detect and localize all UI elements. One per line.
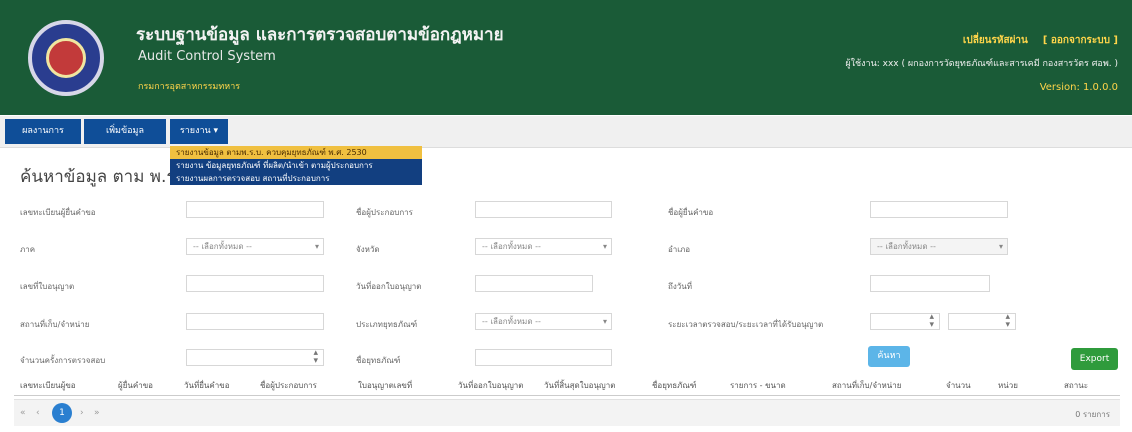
column-header[interactable]: หน่วย (998, 379, 1018, 392)
app-version: Version: 1.0.0.0 (1039, 82, 1118, 93)
nav-item-reports[interactable]: รายงาน ▾ (170, 119, 228, 144)
column-header[interactable]: ชื่อยุทธภัณฑ์ (652, 379, 696, 392)
last-page-button[interactable]: » (94, 408, 100, 418)
app-title-thai: ระบบฐานข้อมูล และการตรวจสอบตามข้อกฎหมาย (136, 25, 504, 45)
logout-link[interactable]: [ ออกจากระบบ ] (1043, 35, 1118, 46)
column-header[interactable]: ใบอนุญาตเลขที่ (358, 379, 412, 392)
column-header[interactable]: ชื่อผู้ประกอบการ (260, 379, 317, 392)
column-header[interactable]: วันที่ยื่นคำขอ (184, 379, 230, 392)
filter-label-7: เลขที่ใบอนุญาต (20, 282, 75, 291)
column-header[interactable]: วันที่สิ้นสุดใบอนุญาต (544, 379, 615, 392)
current-page-button[interactable]: 1 (52, 403, 72, 423)
nav-item-add-data[interactable]: เพิ่มข้อมูล (84, 119, 166, 144)
change-password-link[interactable]: เปลี่ยนรหัสผ่าน (963, 35, 1028, 46)
organization-logo (28, 20, 104, 96)
chevron-down-icon: ▾ (998, 242, 1003, 251)
filter-label-8: วันที่ออกใบอนุญาต (356, 282, 422, 291)
filter-select-5-value: -- เลือกทั้งหมด -- (482, 242, 541, 251)
filter-label-11: ประเภทยุทธภัณฑ์ (356, 320, 418, 329)
chevron-down-icon: ▾ (602, 317, 607, 326)
search-button[interactable]: ค้นหา (868, 346, 910, 367)
nav-item-dashboard[interactable]: ผลงานการ (5, 119, 81, 144)
column-header[interactable]: ผู้ยื่นคำขอ (118, 379, 153, 392)
filter-select-5[interactable]: -- เลือกทั้งหมด -- ▾ (475, 238, 612, 255)
filter-input-7[interactable] (186, 275, 324, 292)
pagination: « ‹ 1 › » 0 รายการ (14, 399, 1120, 426)
filter-input-2[interactable] (475, 201, 612, 218)
main-nav: ผลงานการ เพิ่มข้อมูล รายงาน ▾ (0, 116, 1132, 148)
account-links: เปลี่ยนรหัสผ่าน [ ออกจากระบบ ] (963, 33, 1118, 48)
filter-date-to[interactable]: ▦ (870, 275, 990, 292)
filter-label-4: ภาค (20, 245, 36, 254)
current-user-info: ผู้ใช้งาน: xxx ( ผกองการวัดยุทธภัณฑ์และส… (845, 59, 1118, 69)
column-header[interactable]: เลขทะเบียนผู้ขอ (20, 379, 76, 392)
filter-label-14: ชื่อยุทธภัณฑ์ (356, 356, 401, 365)
spinner-arrows-icon[interactable]: ▴ ▾ (313, 350, 318, 365)
filter-label-6: อำเภอ (668, 245, 691, 254)
chevron-down-icon: ▾ (602, 242, 607, 251)
reports-dropdown-menu: รายงานข้อมูล ตามพ.ร.บ. ควบคุมยุทธภัณฑ์ พ… (170, 146, 422, 185)
filter-label-2: ชื่อผู้ประกอบการ (356, 208, 413, 217)
department-name: กรมการอุตสาหกรรมทหาร (138, 82, 241, 92)
filter-input-3[interactable] (870, 201, 1008, 218)
filter-label-3: ชื่อผู้ยื่นคำขอ (668, 208, 714, 217)
inspection-count-stepper[interactable]: ▴ ▾ (186, 349, 324, 366)
chevron-down-icon: ▾ (314, 242, 319, 251)
filter-select-11[interactable]: -- เลือกทั้งหมด -- ▾ (475, 313, 612, 330)
column-header[interactable]: จำนวน (946, 379, 971, 392)
filter-date-from[interactable]: ▦ (475, 275, 593, 292)
period-stepper-1[interactable]: ▴ ▾ (870, 313, 940, 330)
column-header[interactable]: วันที่ออกใบอนุญาต (458, 379, 523, 392)
next-page-button[interactable]: › (80, 408, 84, 418)
filter-label-5: จังหวัด (356, 245, 380, 254)
results-table-header: เลขทะเบียนผู้ขอ ผู้ยื่นคำขอ วันที่ยื่นคำ… (14, 375, 1120, 396)
filter-label-1: เลขทะเบียนผู้ยื่นคำขอ (20, 208, 96, 217)
filter-label-12: ระยะเวลาตรวจสอบ/ระยะเวลาที่ได้รับอนุญาต (668, 320, 824, 329)
column-header[interactable]: สถานที่เก็บ/จำหน่าย (832, 379, 901, 392)
filter-label-13: จำนวนครั้งการตรวจสอบ (20, 356, 106, 365)
filter-select-11-value: -- เลือกทั้งหมด -- (482, 317, 541, 326)
dropdown-item-report-by-act[interactable]: รายงานข้อมูล ตามพ.ร.บ. ควบคุมยุทธภัณฑ์ พ… (170, 146, 422, 159)
filter-label-9: ถึงวันที่ (668, 282, 692, 291)
column-header[interactable]: สถานะ (1064, 379, 1088, 392)
filter-input-1[interactable] (186, 201, 324, 218)
filter-input-14[interactable] (475, 349, 612, 366)
nav-item-reports-label: รายงาน (179, 126, 211, 136)
filter-input-10[interactable] (186, 313, 324, 330)
filter-select-6-value: -- เลือกทั้งหมด -- (877, 242, 936, 251)
filter-select-4[interactable]: -- เลือกทั้งหมด -- ▾ (186, 238, 324, 255)
filter-label-10: สถานที่เก็บ/จำหน่าย (20, 320, 90, 329)
dropdown-item-report-inspection[interactable]: รายงานผลการตรวจสอบ สถานที่ประกอบการ (170, 172, 422, 185)
dropdown-item-report-by-operator[interactable]: รายงาน ข้อมูลยุทธภัณฑ์ ที่ผลิต/นำเข้า ตา… (170, 159, 422, 172)
app-header: ระบบฐานข้อมูล และการตรวจสอบตามข้อกฎหมาย … (0, 0, 1132, 115)
spinner-arrows-icon[interactable]: ▴ ▾ (1005, 314, 1010, 329)
export-button[interactable]: Export (1071, 348, 1118, 370)
spinner-arrows-icon[interactable]: ▴ ▾ (929, 314, 934, 329)
prev-page-button[interactable]: ‹ (36, 408, 40, 418)
pagination-info: 0 รายการ (1075, 410, 1110, 419)
column-header[interactable]: รายการ - ขนาด (730, 379, 786, 392)
period-stepper-2[interactable]: ▴ ▾ (948, 313, 1016, 330)
app-title-english: Audit Control System (138, 49, 276, 64)
first-page-button[interactable]: « (20, 408, 26, 418)
filter-select-4-value: -- เลือกทั้งหมด -- (193, 242, 252, 251)
filter-select-6[interactable]: -- เลือกทั้งหมด -- ▾ (870, 238, 1008, 255)
